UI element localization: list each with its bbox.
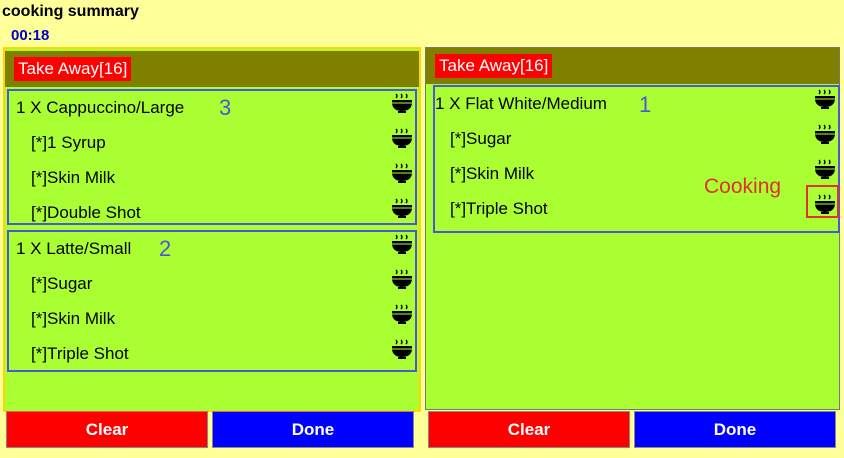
- modifier-text: [*]Skin Milk: [31, 309, 116, 328]
- cooking-bowl-icon[interactable]: [814, 123, 836, 145]
- cooking-status-label: Cooking: [704, 175, 782, 198]
- cooking-bowl-icon[interactable]: [391, 197, 413, 219]
- order-item-name: 1 X Cappuccino/Large: [16, 98, 185, 117]
- sequence-number: 1: [639, 92, 652, 117]
- modifier-text: [*]1 Syrup: [31, 133, 106, 152]
- cooking-bowl-icon[interactable]: [814, 158, 836, 180]
- modifier-text: [*]Skin Milk: [31, 168, 116, 187]
- order-panel-left[interactable]: Take Away[16] 1 X Cappuccino/Large [*]1 …: [3, 47, 421, 412]
- order-group-latte[interactable]: 1 X Latte/Small [*]Sugar [*]Skin Milk [*…: [7, 230, 417, 372]
- modifier-row[interactable]: [*]Sugar: [9, 267, 415, 302]
- modifier-text: [*]Sugar: [31, 274, 93, 293]
- modifier-text: [*]Skin Milk: [450, 164, 535, 183]
- order-type-label: Take Away[16]: [435, 54, 553, 78]
- done-button[interactable]: Done: [212, 411, 414, 448]
- cooking-bowl-icon[interactable]: [391, 303, 413, 325]
- order-item-name: 1 X Flat White/Medium: [435, 94, 607, 113]
- clear-button[interactable]: Clear: [6, 411, 208, 448]
- panel-header: Take Away[16]: [426, 48, 839, 84]
- sequence-number: 3: [219, 95, 232, 120]
- order-item-name: 1 X Latte/Small: [16, 239, 132, 258]
- cooking-bowl-icon[interactable]: [814, 88, 836, 110]
- cooking-bowl-icon[interactable]: [391, 92, 413, 114]
- modifier-row[interactable]: [*]Sugar: [435, 122, 838, 157]
- cooking-bowl-icon[interactable]: [391, 127, 413, 149]
- cooking-bowl-icon[interactable]: [391, 338, 413, 360]
- cooking-bowl-icon[interactable]: [391, 233, 413, 255]
- order-group-flat-white[interactable]: 1 X Flat White/Medium [*]Sugar [*]Skin M…: [433, 85, 840, 233]
- modifier-row[interactable]: [*]Double Shot: [9, 196, 415, 231]
- modifier-row[interactable]: [*]Skin Milk: [9, 161, 415, 196]
- order-item-row[interactable]: 1 X Latte/Small: [9, 232, 415, 267]
- cooking-status-marker: [806, 185, 839, 218]
- order-type-label: Take Away[16]: [14, 57, 132, 81]
- order-group-cappuccino[interactable]: 1 X Cappuccino/Large [*]1 Syrup [*]Skin …: [7, 89, 417, 225]
- order-item-row[interactable]: 1 X Cappuccino/Large: [9, 91, 415, 126]
- elapsed-timer: 00:18: [11, 27, 50, 44]
- modifier-row[interactable]: [*]Skin Milk: [9, 302, 415, 337]
- sequence-number: 2: [159, 236, 172, 261]
- cooking-bowl-icon[interactable]: [391, 162, 413, 184]
- modifier-row[interactable]: [*]Triple Shot: [9, 337, 415, 372]
- app-title: cooking summary: [2, 3, 139, 20]
- modifier-text: [*]Triple Shot: [31, 344, 129, 363]
- cooking-bowl-icon[interactable]: [391, 268, 413, 290]
- done-button[interactable]: Done: [634, 411, 836, 448]
- order-item-row[interactable]: 1 X Flat White/Medium: [435, 87, 838, 122]
- modifier-text: [*]Triple Shot: [450, 199, 548, 218]
- clear-button[interactable]: Clear: [428, 411, 630, 448]
- modifier-text: [*]Sugar: [450, 129, 512, 148]
- panel-header: Take Away[16]: [5, 51, 419, 87]
- modifier-row[interactable]: [*]1 Syrup: [9, 126, 415, 161]
- order-panel-right[interactable]: Take Away[16] 1 X Flat White/Medium [*]S…: [425, 47, 840, 410]
- modifier-text: [*]Double Shot: [31, 203, 141, 222]
